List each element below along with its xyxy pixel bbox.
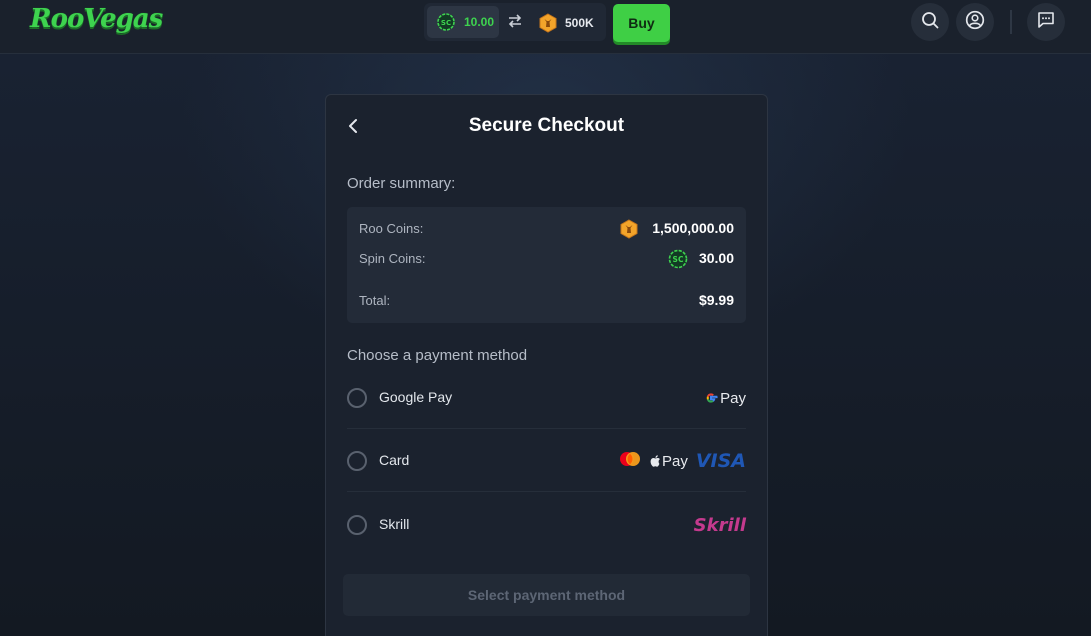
payment-option-card[interactable]: Card Pay VISA xyxy=(347,430,746,492)
select-payment-method-button[interactable]: Select payment method xyxy=(343,574,750,616)
order-summary-label: Order summary: xyxy=(347,175,456,192)
roo-balance-pill[interactable]: 500K xyxy=(536,6,604,38)
spin-coins-label: Spin Coins: xyxy=(359,251,426,266)
visa-logo: VISA xyxy=(695,450,746,472)
search-icon xyxy=(921,11,939,34)
apple-pay-logo: Pay xyxy=(649,453,688,470)
header-divider xyxy=(1010,10,1012,34)
payment-method-label: Choose a payment method xyxy=(347,347,528,364)
sc-balance-pill[interactable]: SC 10.00 xyxy=(427,6,499,38)
sc-balance-value: 10.00 xyxy=(464,15,495,29)
skrill-logo: Skrill xyxy=(693,514,746,536)
sc-coin-icon: SC xyxy=(668,249,688,274)
roo-balance-value: 500K xyxy=(565,16,594,30)
search-button[interactable] xyxy=(911,3,949,41)
roo-coins-label: Roo Coins: xyxy=(359,221,424,236)
payment-option-label: Skrill xyxy=(379,516,410,532)
payment-option-skrill[interactable]: Skrill Skrill xyxy=(347,494,746,556)
wallet-balances: SC 10.00 500K xyxy=(424,3,606,41)
total-label: Total: xyxy=(359,293,391,308)
roo-coin-icon xyxy=(619,219,639,244)
apple-icon xyxy=(650,455,660,467)
gpay-text: Pay xyxy=(720,389,746,407)
radio-skrill[interactable] xyxy=(347,515,367,535)
roo-coin-icon xyxy=(538,13,558,38)
buy-button[interactable]: Buy xyxy=(613,4,670,42)
spin-coins-value: 30.00 xyxy=(698,250,734,266)
google-pay-logo: Pay xyxy=(704,390,746,407)
profile-button[interactable] xyxy=(956,3,994,41)
applepay-text: Pay xyxy=(661,452,688,470)
payment-logos: Skrill xyxy=(694,513,746,537)
roovegas-logo[interactable]: RooVegas xyxy=(30,4,163,34)
svg-text:SC: SC xyxy=(673,255,684,264)
payment-option-label: Card xyxy=(379,452,410,468)
secure-checkout-modal: Secure Checkout Order summary: Roo Coins… xyxy=(325,94,768,636)
spin-coins-row: Spin Coins: SC 30.00 xyxy=(359,249,734,269)
radio-google-pay[interactable] xyxy=(347,388,367,408)
total-row: Total: $9.99 xyxy=(359,291,734,311)
sc-coin-icon: SC xyxy=(437,13,455,36)
radio-card[interactable] xyxy=(347,451,367,471)
chat-icon xyxy=(1037,11,1055,34)
user-icon xyxy=(965,10,985,35)
swap-icon[interactable] xyxy=(507,14,523,33)
payment-logos: Pay VISA xyxy=(619,449,746,473)
payment-logos: Pay xyxy=(704,386,746,410)
order-summary-box: Roo Coins: 1,500,000.00 Spin Coins: SC 3… xyxy=(347,207,746,323)
roo-coins-row: Roo Coins: 1,500,000.00 xyxy=(359,219,734,239)
chat-button[interactable] xyxy=(1027,3,1065,41)
top-bar: RooVegas SC 10.00 500K Buy xyxy=(0,0,1091,54)
svg-text:SC: SC xyxy=(441,19,451,27)
mastercard-logo xyxy=(619,451,641,472)
total-value: $9.99 xyxy=(698,292,734,308)
roo-coins-value: 1,500,000.00 xyxy=(652,220,734,236)
payment-option-google-pay[interactable]: Google Pay Pay xyxy=(347,367,746,429)
payment-option-label: Google Pay xyxy=(379,389,453,405)
page-title: Secure Checkout xyxy=(468,115,625,136)
